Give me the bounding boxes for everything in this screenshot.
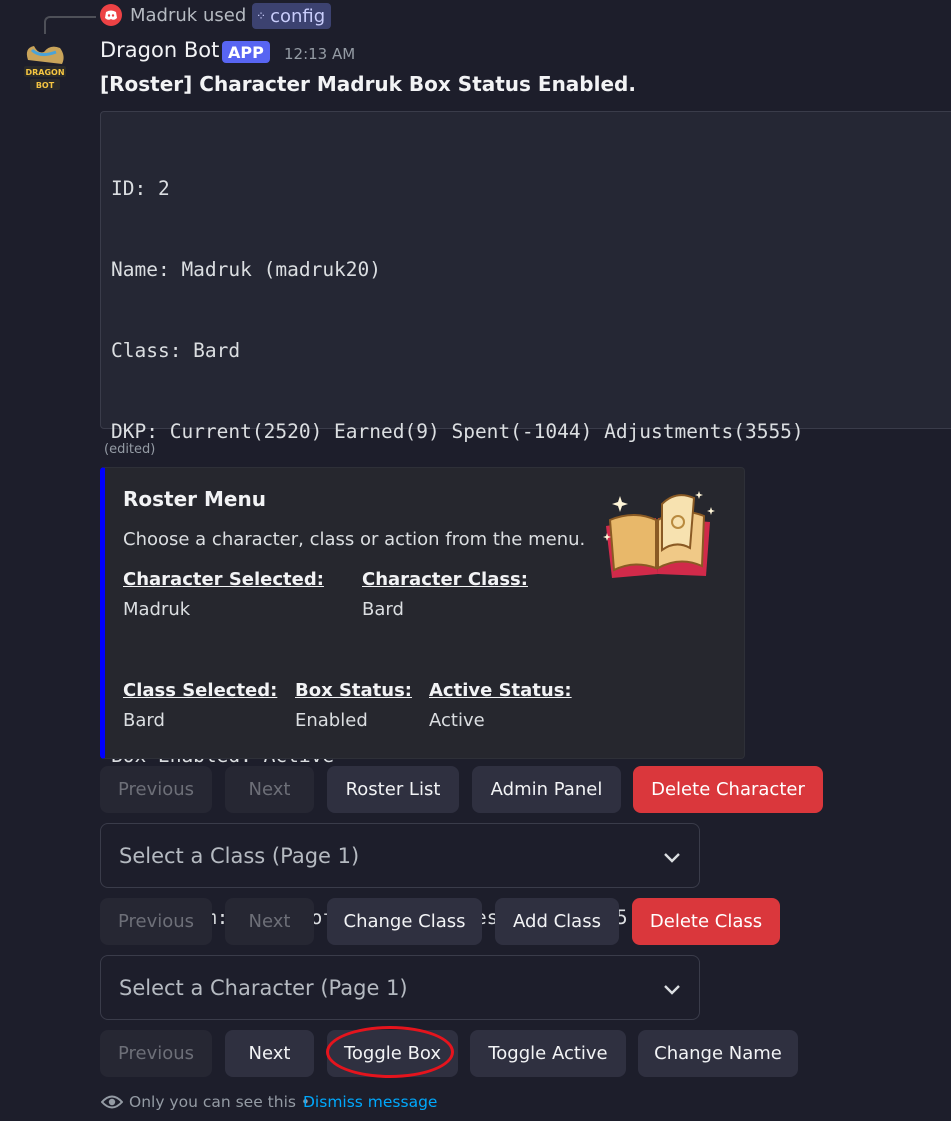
- toggle-active-button[interactable]: Toggle Active: [470, 1030, 626, 1077]
- open-book-icon[interactable]: [598, 488, 720, 584]
- reply-username[interactable]: Madruk: [130, 5, 197, 26]
- embed-title: Roster Menu: [123, 487, 266, 511]
- add-class-button[interactable]: Add Class: [495, 898, 619, 945]
- ephemeral-notice: Only you can see this •: [129, 1093, 311, 1111]
- character-next-button[interactable]: Next: [225, 1030, 314, 1077]
- chevron-down-icon: [663, 976, 681, 1000]
- character-previous-button[interactable]: Previous: [100, 1030, 212, 1077]
- bot-username[interactable]: Dragon Bot: [100, 38, 219, 62]
- admin-panel-button[interactable]: Admin Panel: [472, 766, 621, 813]
- svg-text:DRAGON: DRAGON: [25, 68, 64, 77]
- field-class-selected-name: Class Selected:: [123, 680, 278, 701]
- field-character-class-name: Character Class:: [362, 569, 528, 590]
- class-select-placeholder: Select a Class (Page 1): [119, 843, 360, 868]
- dismiss-message-link[interactable]: Dismiss message: [303, 1093, 437, 1111]
- field-box-status-name: Box Status:: [295, 680, 413, 701]
- eye-icon: [100, 1093, 124, 1115]
- roster-previous-button[interactable]: Previous: [100, 766, 212, 813]
- field-active-status-value: Active: [429, 710, 485, 731]
- bot-avatar[interactable]: DRAGON BOT: [20, 42, 70, 96]
- change-name-button[interactable]: Change Name: [638, 1030, 798, 1077]
- app-command-icon: ⁘: [256, 9, 267, 23]
- class-select-dropdown[interactable]: Select a Class (Page 1): [100, 823, 700, 888]
- message-headline: [Roster] Character Madruk Box Status Ena…: [100, 72, 636, 96]
- message-timestamp: 12:13 AM: [284, 45, 356, 63]
- field-character-class-value: Bard: [362, 599, 404, 620]
- field-active-status-name: Active Status:: [429, 680, 572, 701]
- reply-used-text: used: [203, 5, 247, 26]
- reply-connector: [44, 16, 96, 34]
- svg-text:BOT: BOT: [36, 81, 55, 90]
- class-next-button[interactable]: Next: [225, 898, 314, 945]
- chevron-down-icon: [663, 844, 681, 868]
- code-line: Class: Bard: [111, 339, 241, 362]
- discord-icon: [100, 4, 122, 26]
- edited-label: (edited): [104, 442, 156, 457]
- character-select-placeholder: Select a Character (Page 1): [119, 975, 408, 1000]
- field-character-selected-value: Madruk: [123, 599, 191, 620]
- field-character-selected-name: Character Selected:: [123, 569, 324, 590]
- field-box-status-value: Enabled: [295, 710, 368, 731]
- delete-character-button[interactable]: Delete Character: [633, 766, 823, 813]
- code-line: ID: 2: [111, 177, 170, 200]
- app-badge: APP: [222, 41, 270, 63]
- change-class-button[interactable]: Change Class: [327, 898, 482, 945]
- toggle-box-button[interactable]: Toggle Box: [327, 1030, 458, 1077]
- roster-next-button[interactable]: Next: [225, 766, 314, 813]
- field-class-selected-value: Bard: [123, 710, 165, 731]
- roster-list-button[interactable]: Roster List: [327, 766, 459, 813]
- command-name: config: [270, 5, 326, 27]
- class-previous-button[interactable]: Previous: [100, 898, 212, 945]
- delete-class-button[interactable]: Delete Class: [632, 898, 780, 945]
- slash-command-chip[interactable]: ⁘ config: [252, 3, 332, 29]
- code-line: DKP: Current(2520) Earned(9) Spent(-1044…: [111, 420, 804, 443]
- character-code-block: ID: 2 Name: Madruk (madruk20) Class: Bar…: [100, 111, 951, 1010]
- embed-description: Choose a character, class or action from…: [123, 529, 586, 550]
- character-select-dropdown[interactable]: Select a Character (Page 1): [100, 955, 700, 1020]
- code-line: Name: Madruk (madruk20): [111, 258, 382, 281]
